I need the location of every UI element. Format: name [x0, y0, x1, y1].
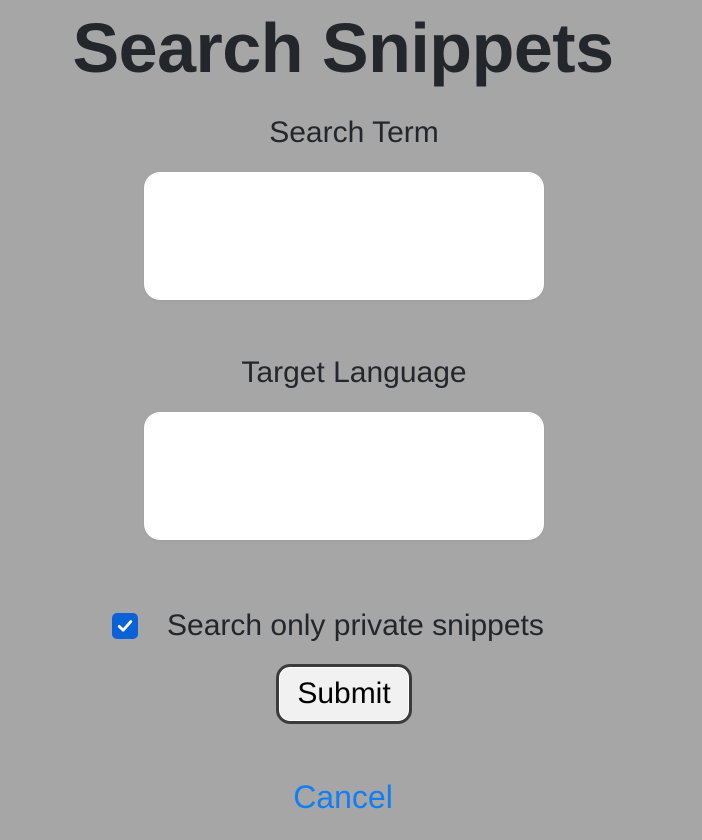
cancel-link[interactable]: Cancel — [0, 776, 686, 818]
private-only-option: Search only private snippets — [112, 606, 544, 646]
submit-button[interactable]: Submit — [276, 664, 412, 724]
checkmark-icon — [117, 620, 133, 632]
search-term-input[interactable] — [144, 172, 544, 300]
target-language-label: Target Language — [241, 356, 467, 389]
page-title: Search Snippets — [72, 9, 614, 87]
private-only-checkbox[interactable] — [112, 613, 138, 639]
target-language-input[interactable] — [144, 412, 544, 540]
private-only-label: Search only private snippets — [167, 609, 544, 642]
search-snippets-page: Search Snippets Search Term Target Langu… — [0, 0, 702, 840]
search-term-label: Search Term — [269, 116, 439, 149]
